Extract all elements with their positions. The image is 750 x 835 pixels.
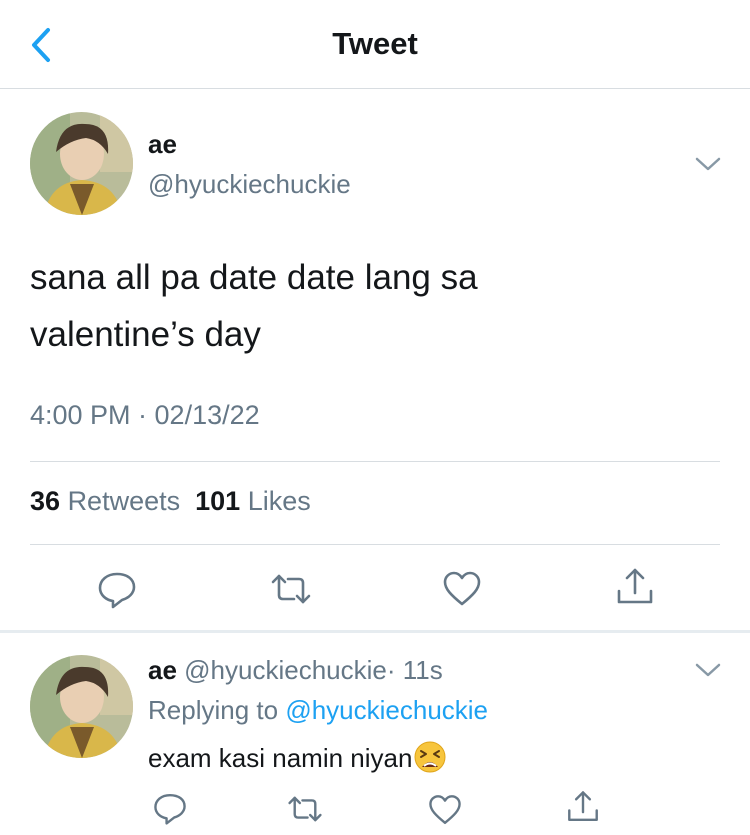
tweet-timestamp: 4:00 PM · 02/13/22 bbox=[30, 400, 260, 430]
author-handle[interactable]: @hyuckiechuckie bbox=[148, 169, 351, 200]
reply-time: · 11s bbox=[386, 655, 443, 685]
like-icon[interactable] bbox=[441, 568, 483, 610]
chevron-down-icon[interactable] bbox=[693, 154, 723, 174]
retweet-icon[interactable] bbox=[287, 791, 323, 827]
reply-icon[interactable] bbox=[96, 568, 138, 610]
reply-author-name[interactable]: ae bbox=[148, 655, 177, 685]
author-name[interactable]: ae bbox=[148, 129, 177, 160]
divider bbox=[30, 461, 720, 462]
tweet-text: sana all pa date date lang sa valentine’… bbox=[30, 249, 720, 363]
likes-stat[interactable]: 101 Likes bbox=[195, 486, 311, 516]
retweet-icon[interactable] bbox=[270, 568, 312, 610]
chevron-down-icon[interactable] bbox=[693, 660, 723, 680]
reply-author-handle[interactable]: @hyuckiechuckie bbox=[184, 655, 387, 685]
share-icon[interactable] bbox=[565, 789, 601, 825]
reply-text-body: exam kasi namin niyan bbox=[148, 743, 413, 773]
retweets-count: 36 bbox=[30, 486, 61, 516]
likes-label: Likes bbox=[247, 486, 311, 516]
avatar[interactable] bbox=[30, 112, 133, 215]
reply-text: exam kasi namin niyan bbox=[148, 741, 446, 774]
share-icon[interactable] bbox=[614, 566, 656, 608]
avatar[interactable] bbox=[30, 655, 133, 758]
header-bar: Tweet bbox=[0, 0, 750, 89]
retweets-label: Retweets bbox=[67, 486, 181, 516]
reply-header: ae @hyuckiechuckie· 11s bbox=[148, 655, 443, 686]
reply-icon[interactable] bbox=[152, 790, 188, 826]
section-separator bbox=[0, 630, 750, 633]
page-title: Tweet bbox=[332, 26, 418, 61]
divider bbox=[30, 544, 720, 545]
tweet-text-line: valentine’s day bbox=[30, 315, 261, 354]
tweet-text-line: sana all pa date date lang sa bbox=[30, 258, 478, 297]
replying-to: Replying to @hyuckiechuckie bbox=[148, 695, 488, 726]
replying-prefix: Replying to bbox=[148, 695, 279, 725]
retweets-stat[interactable]: 36 Retweets bbox=[30, 486, 180, 516]
tweet-stats: 36 Retweets 101 Likes bbox=[30, 486, 311, 517]
tired-face-emoji bbox=[414, 741, 446, 773]
replying-to-link[interactable]: @hyuckiechuckie bbox=[285, 695, 488, 725]
like-icon[interactable] bbox=[427, 792, 463, 828]
likes-count: 101 bbox=[195, 486, 241, 516]
